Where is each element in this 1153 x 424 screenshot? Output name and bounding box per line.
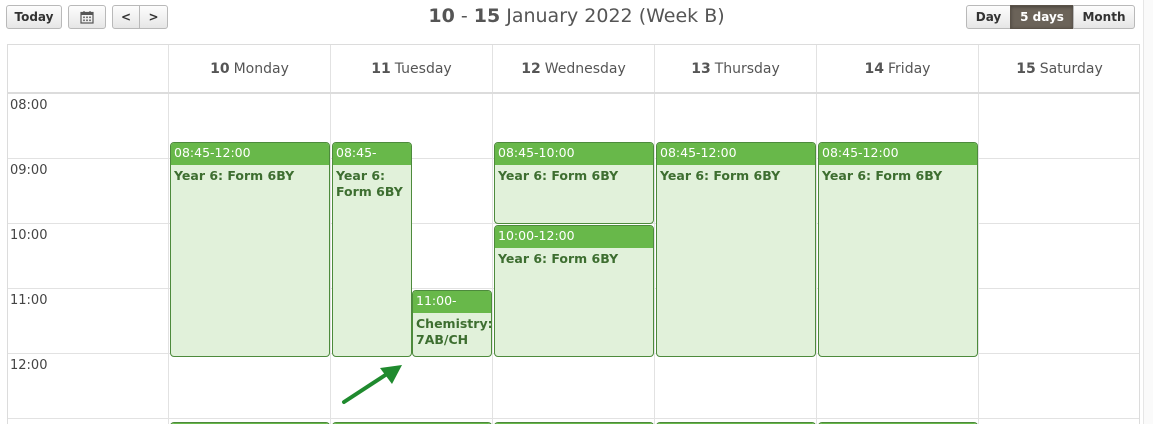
day-name: Wednesday [544, 60, 626, 77]
day-name: Tuesday [394, 60, 452, 77]
day-header-row: 10 Monday 11 Tuesday 12 Wednesday 13 Thursda… [8, 45, 1139, 94]
event-time: 08:45-10:00 [495, 143, 653, 165]
day-number: 14 [864, 60, 885, 77]
day-number: 11 [371, 60, 391, 77]
scrollbar[interactable] [1143, 0, 1153, 424]
calendar-grid: 10 Monday 11 Tuesday 12 Wednesday 13 Thursda… [7, 44, 1140, 424]
title-rest: January 2022 (Week B) [500, 5, 725, 27]
day-divider [330, 45, 331, 424]
event-block[interactable]: 10:00-12:00 Year 6: Form 6BY [494, 225, 654, 357]
event-title: Year 6: Form 6BY [660, 168, 781, 183]
event-title: Year 6: Form 6BY [498, 168, 619, 183]
time-label: 10:00 [10, 228, 48, 243]
time-label: 08:00 [10, 98, 48, 113]
time-label: 09:00 [10, 163, 48, 178]
day-divider [816, 45, 817, 424]
day-divider [492, 45, 493, 424]
title-separator: - [454, 5, 474, 27]
day-header-tuesday[interactable]: 11 Tuesday [331, 45, 492, 92]
view-day-button[interactable]: Day [966, 5, 1011, 29]
calendar-toolbar: Today < > 10 - 15 January 2022 (Week B) … [0, 0, 1153, 40]
day-name: Saturday [1039, 60, 1103, 77]
event-title: Year 6: Form 6BY [498, 251, 619, 266]
day-number: 10 [210, 60, 230, 77]
event-time: 08:45-12:00 [819, 143, 977, 165]
day-header-monday[interactable]: 10 Monday [169, 45, 330, 92]
day-name: Monday [233, 60, 289, 77]
event-time: 08:45- [333, 143, 411, 165]
event-time: 11:00- [413, 291, 491, 313]
day-header-thursday[interactable]: 13 Thursday [655, 45, 816, 92]
event-time: 10:00-12:00 [495, 226, 653, 248]
pointer-arrow-icon [342, 365, 402, 404]
time-label: 12:00 [10, 358, 48, 373]
day-name: Thursday [714, 60, 780, 77]
day-number: 15 [1016, 60, 1036, 77]
day-header-friday[interactable]: 14 Friday [817, 45, 978, 92]
hour-line [8, 418, 1139, 419]
day-name: Friday [888, 60, 931, 77]
title-start-day: 10 [428, 5, 455, 27]
day-number: 12 [521, 60, 541, 77]
event-block[interactable]: 08:45- Year 6: Form 6BY [332, 142, 412, 357]
event-title: Year 6: Form 6BY [336, 168, 403, 199]
day-header-saturday[interactable]: 15 Saturday [979, 45, 1139, 92]
day-divider [168, 45, 169, 424]
day-divider [654, 45, 655, 424]
event-block[interactable]: 08:45-12:00 Year 6: Form 6BY [656, 142, 816, 357]
event-title: Chemistry: 7AB/CH [416, 316, 492, 347]
day-header-wednesday[interactable]: 12 Wednesday [493, 45, 654, 92]
title-end-day: 15 [473, 5, 501, 27]
event-time: 08:45-12:00 [171, 143, 329, 165]
event-block[interactable]: 08:45-12:00 Year 6: Form 6BY [818, 142, 978, 357]
event-title: Year 6: Form 6BY [174, 168, 295, 183]
view-5-days-button[interactable]: 5 days [1010, 5, 1074, 29]
day-divider [978, 45, 979, 424]
event-block[interactable]: 11:00- Chemistry: 7AB/CH [412, 290, 492, 357]
time-label: 11:00 [10, 293, 48, 308]
event-title: Year 6: Form 6BY [822, 168, 943, 183]
event-time: 08:45-12:00 [657, 143, 815, 165]
event-block[interactable]: 08:45-10:00 Year 6: Form 6BY [494, 142, 654, 224]
event-block[interactable]: 08:45-12:00 Year 6: Form 6BY [170, 142, 330, 357]
day-number: 13 [691, 60, 711, 77]
view-month-button[interactable]: Month [1073, 5, 1135, 29]
